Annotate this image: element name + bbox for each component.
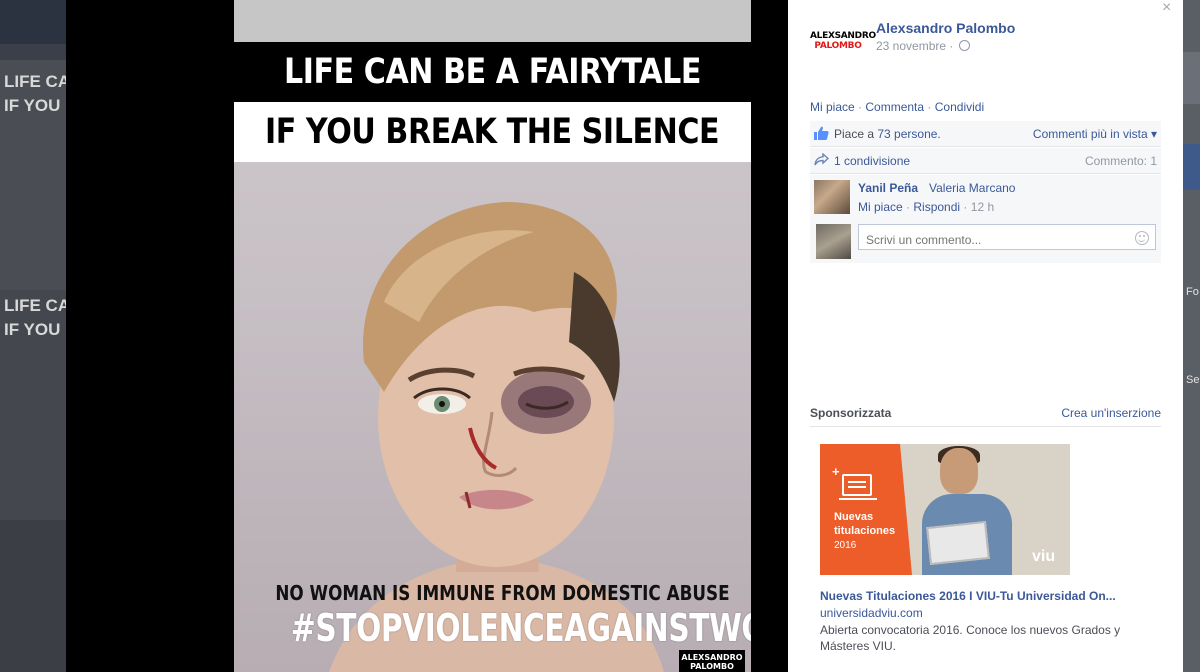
comments-section: Yanil Peña Valeria Marcano Mi piace · Ri…: [810, 175, 1161, 263]
background-block: [1183, 52, 1200, 104]
post-side-panel: × ALEXSANDRO PALOMBO Alexsandro Palombo …: [788, 0, 1183, 672]
likes-suffix: .: [937, 127, 941, 141]
comment-like-link[interactable]: Mi piace: [858, 200, 903, 214]
laptop-icon: [839, 474, 877, 500]
action-separator: ·: [927, 100, 932, 114]
author-avatar-line2: PALOMBO: [814, 41, 862, 51]
poster-headline-line2: IF YOU BREAK THE SILENCE: [265, 112, 720, 152]
action-separator: ·: [858, 100, 863, 114]
globe-icon[interactable]: [958, 40, 970, 51]
shares-summary: 1 condivisione Commento: 1: [810, 148, 1161, 174]
ad-image-year: 2016: [834, 540, 857, 551]
ad-description: Abierta convocatoria 2016. Conoce los nu…: [820, 623, 1121, 653]
comment-count: Commento: 1: [1084, 154, 1157, 168]
ad-image-text: titulaciones: [834, 525, 896, 537]
ad-url: universidadviu.com: [820, 606, 923, 620]
ad-photo-person: [940, 448, 978, 494]
background-thumbnail: [0, 520, 66, 672]
ad-photo-tablet: [926, 520, 990, 566]
comment-tagged-name[interactable]: Valeria Marcano: [929, 181, 1015, 195]
poster-headline-band: IF YOU BREAK THE SILENCE: [234, 102, 751, 162]
comment-time[interactable]: 12 h: [971, 200, 994, 214]
author-name-link[interactable]: Alexsandro Palombo: [876, 20, 1015, 36]
like-link[interactable]: Mi piace: [810, 100, 855, 114]
sponsored-label: Sponsorizzata: [810, 406, 892, 420]
likes-count-link[interactable]: 73 persone: [877, 127, 937, 141]
post-actions: Mi piace · Commenta · Condividi: [810, 100, 984, 114]
comment-separator: ·: [963, 200, 968, 214]
ad-brand-logo: viu: [1032, 548, 1056, 565]
poster-logo-line1: ALEXSANDRO: [681, 653, 743, 662]
ad-image[interactable]: + Nuevas titulaciones 2016 viu: [820, 444, 1070, 575]
ad-image-text: Nuevas: [834, 511, 874, 523]
shares-count-link[interactable]: 1 condivisione: [834, 154, 910, 168]
background-text: IF YOU I: [4, 96, 66, 115]
ad-plus-icon: +: [832, 464, 840, 479]
poster-caption-line1: NO WOMAN IS IMMUNE FROM DOMESTIC ABUSE: [275, 581, 730, 605]
commenter-avatar[interactable]: [814, 180, 850, 214]
meta-separator: ·: [949, 39, 954, 53]
poster-headline-band: LIFE CAN BE A FAIRYTALE: [234, 42, 751, 102]
background-text: LIFE CA: [4, 296, 66, 315]
comment-actions: Mi piace · Rispondi · 12 h: [858, 200, 994, 214]
likes-prefix: Piace a: [834, 127, 875, 141]
background-thumbnail: [0, 60, 66, 290]
close-icon[interactable]: ×: [1162, 0, 1176, 16]
background-page-left: LIFE CA IF YOU I LIFE CA IF YOU I: [0, 0, 66, 672]
poster-logo-line2: PALOMBO: [690, 662, 734, 671]
thumbs-up-icon: [814, 126, 829, 140]
poster-hashtag: #STOPVIOLENCEAGAINSTWOMEN: [290, 606, 751, 650]
background-text: LIFE CA: [4, 72, 66, 91]
post-meta: 23 novembre ·: [876, 39, 970, 53]
background-block: [1183, 144, 1200, 190]
comment-reply-link[interactable]: Rispondi: [913, 200, 960, 214]
background-page-right: Fo Se: [1183, 0, 1200, 672]
photo-image: LIFE CAN BE A FAIRYTALE IF YOU BREAK THE…: [234, 0, 751, 672]
ad-title-link[interactable]: Nuevas Titulaciones 2016 I VIU-Tu Univer…: [820, 589, 1116, 603]
share-arrow-icon: [814, 153, 829, 166]
background-text: IF YOU I: [4, 320, 66, 339]
post-date[interactable]: 23 novembre: [876, 39, 946, 53]
photo-viewer[interactable]: LIFE CAN BE A FAIRYTALE IF YOU BREAK THE…: [66, 0, 788, 672]
create-ad-link[interactable]: Crea un'inserzione: [1061, 406, 1161, 420]
background-header: [0, 0, 66, 44]
divider: [810, 426, 1161, 427]
poster-top-strip: [234, 0, 751, 42]
author-avatar[interactable]: ALEXSANDRO PALOMBO: [810, 31, 876, 61]
likes-text: Piace a 73 persone.: [834, 127, 941, 141]
comment-link[interactable]: Commenta: [865, 100, 924, 114]
photo-theater: LIFE CA IF YOU I LIFE CA IF YOU I Fo Se …: [0, 0, 1200, 672]
poster-logo: ALEXSANDRO PALOMBO: [679, 650, 745, 672]
poster-headline-line1: LIFE CAN BE A FAIRYTALE: [283, 52, 702, 92]
share-link[interactable]: Condividi: [935, 100, 984, 114]
background-text: Fo: [1186, 286, 1199, 298]
emoji-icon[interactable]: [1135, 231, 1149, 245]
comments-sort-dropdown[interactable]: Commenti più in vista ▾: [1033, 127, 1157, 141]
comment-separator: ·: [906, 200, 911, 214]
likes-summary: Piace a 73 persone. Commenti più in vist…: [810, 121, 1161, 147]
comment-input[interactable]: [858, 224, 1156, 250]
background-text: Se: [1186, 374, 1200, 386]
current-user-avatar: [816, 224, 851, 259]
author-avatar-line1: ALEXSANDRO: [810, 31, 876, 41]
comment-author-link[interactable]: Yanil Peña: [858, 181, 918, 195]
